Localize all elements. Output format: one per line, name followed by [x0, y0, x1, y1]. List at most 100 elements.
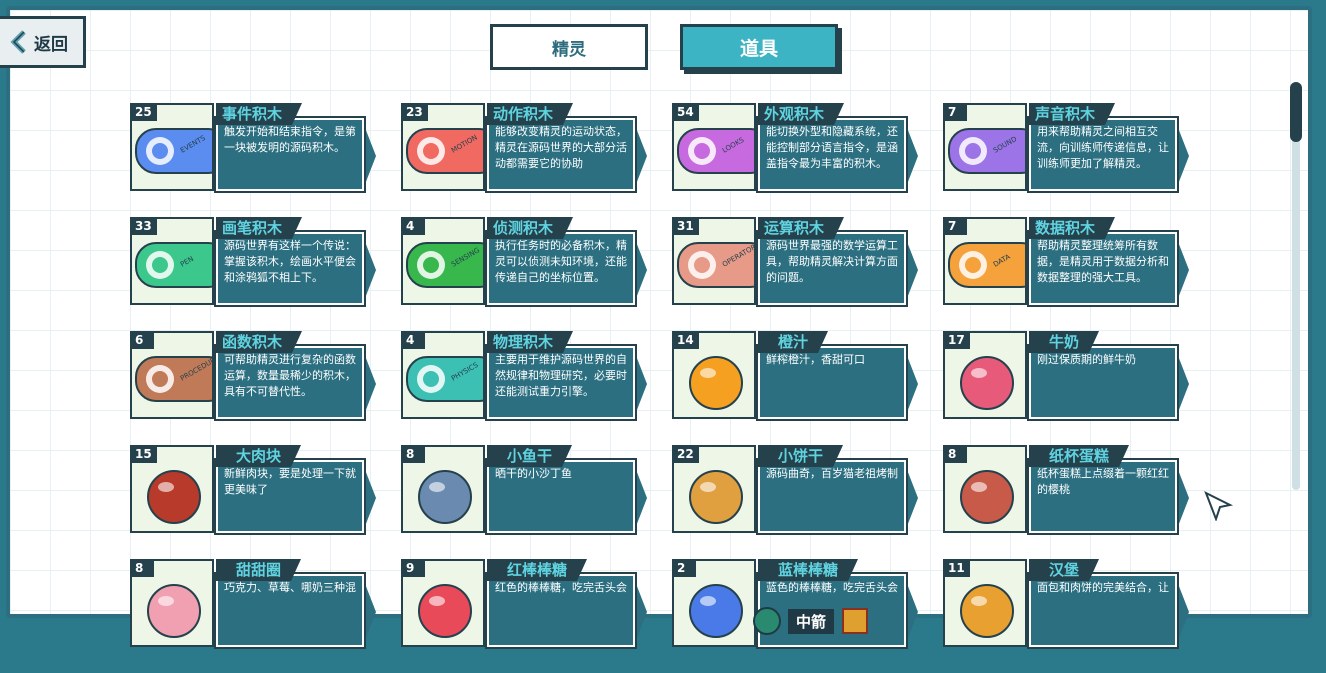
- item-description-box: 巧克力、草莓、哪奶三种混: [214, 572, 366, 649]
- item-card[interactable]: 8 晒干的小沙丁鱼 小鱼干: [401, 445, 663, 535]
- item-description-box: 新鲜肉块，要是处理一下就更美味了: [214, 458, 366, 535]
- item-card[interactable]: 8 纸杯蛋糕上点缀着一颗红红的樱桃 纸杯蛋糕: [943, 445, 1205, 535]
- item-description-box: 帮助精灵整理统筹所有数据，是精灵用于数据分析和数据整理的强大工具。: [1027, 230, 1179, 307]
- item-description-box: 触发开始和结束指令，是第一块被发明的源码积木。: [214, 116, 366, 193]
- crest-icon: [753, 607, 781, 635]
- item-title: 大肉块: [216, 445, 302, 467]
- item-description-box: 执行任务时的必备积木，精灵可以侦测未知环境，还能传递自己的坐标位置。: [485, 230, 637, 307]
- item-title: 牛奶: [1029, 331, 1100, 353]
- item-grid: EVENTS 25 触发开始和结束指令，是第一块被发明的源码积木。 事件积木 M…: [130, 103, 1214, 673]
- item-title: 橙汁: [758, 331, 829, 353]
- item-count: 8: [401, 445, 425, 463]
- item-description-box: 主要用于维护源码世界的自然规律和物理研究，必要时还能测试重力引擎。: [485, 344, 637, 421]
- mouse-cursor-icon: [1204, 491, 1234, 521]
- item-description-box: 晒干的小沙丁鱼: [485, 458, 637, 535]
- item-description-box: 用来帮助精灵之间相互交流，向训练师传递信息，让训练师更加了解精灵。: [1027, 116, 1179, 193]
- item-count: 14: [672, 331, 699, 349]
- item-description: 纸杯蛋糕上点缀着一颗红红的樱桃: [1037, 467, 1169, 496]
- item-title: 甜甜圈: [216, 559, 302, 581]
- item-count: 4: [401, 217, 425, 235]
- item-card[interactable]: 17 刚过保质期的鲜牛奶 牛奶: [943, 331, 1205, 421]
- item-card[interactable]: MOTION 23 能够改变精灵的运动状态，精灵在源码世界的大部分活动都需要它的…: [401, 103, 663, 193]
- item-count: 8: [943, 445, 967, 463]
- item-card[interactable]: OPERATORS 31 源码世界最强的数学运算工具，帮助精灵解决计算方面的问题…: [672, 217, 934, 307]
- item-description: 能切换外型和隐藏系统，还能控制部分语言指令，是涵盖指令最为丰富的积木。: [766, 125, 898, 170]
- item-title: 小饼干: [758, 445, 844, 467]
- item-card[interactable]: 15 新鲜肉块，要是处理一下就更美味了 大肉块: [130, 445, 392, 535]
- scrollbar-thumb[interactable]: [1290, 82, 1302, 142]
- item-card[interactable]: DATA 7 帮助精灵整理统筹所有数据，是精灵用于数据分析和数据整理的强大工具。…: [943, 217, 1205, 307]
- item-count: 9: [401, 559, 425, 577]
- back-button[interactable]: 返回: [0, 16, 86, 68]
- tab-spirits[interactable]: 精灵: [490, 24, 648, 70]
- item-title: 事件积木: [216, 103, 303, 125]
- item-card[interactable]: 11 面包和肉饼的完美结合，让 汉堡: [943, 559, 1205, 649]
- item-title: 声音积木: [1029, 103, 1116, 125]
- item-description: 触发开始和结束指令，是第一块被发明的源码积木。: [224, 125, 356, 154]
- chevron-left-icon: [10, 30, 26, 54]
- item-title: 动作积木: [487, 103, 574, 125]
- item-card[interactable]: PROCEDURES 6 可帮助精灵进行复杂的函数运算，数量最稀少的积木，具有不…: [130, 331, 392, 421]
- item-card[interactable]: PEN 33 源码世界有这样一个传说：掌握该积木，绘画水平便会和涂鸦狐不相上下。…: [130, 217, 392, 307]
- item-title: 函数积木: [216, 331, 303, 353]
- item-description-box: 红色的棒棒糖，吃完舌头会: [485, 572, 637, 649]
- item-description-box: 源码世界最强的数学运算工具，帮助精灵解决计算方面的问题。: [756, 230, 908, 307]
- item-count: 15: [130, 445, 157, 463]
- item-description: 源码世界最强的数学运算工具，帮助精灵解决计算方面的问题。: [766, 239, 898, 284]
- item-count: 11: [943, 559, 970, 577]
- player-nameplate: 中箭: [752, 606, 870, 636]
- item-description-box: 可帮助精灵进行复杂的函数运算，数量最稀少的积木，具有不可替代性。: [214, 344, 366, 421]
- item-description-box: 源码世界有这样一个传说：掌握该积木，绘画水平便会和涂鸦狐不相上下。: [214, 230, 366, 307]
- item-card[interactable]: PHYSICS 4 主要用于维护源码世界的自然规律和物理研究，必要时还能测试重力…: [401, 331, 663, 421]
- item-title: 小鱼干: [487, 445, 573, 467]
- item-title: 侦测积木: [487, 217, 574, 239]
- item-count: 33: [130, 217, 157, 235]
- item-card[interactable]: 9 红色的棒棒糖，吃完舌头会 红棒棒糖: [401, 559, 663, 649]
- item-description: 主要用于维护源码世界的自然规律和物理研究，必要时还能测试重力引擎。: [495, 353, 627, 398]
- item-card[interactable]: 14 鲜榨橙汁，香甜可口 橙汁: [672, 331, 934, 421]
- item-description-box: 刚过保质期的鲜牛奶: [1027, 344, 1179, 421]
- scrollbar-track[interactable]: [1292, 90, 1300, 490]
- item-card[interactable]: SENSING 4 执行任务时的必备积木，精灵可以侦测未知环境，还能传递自己的坐…: [401, 217, 663, 307]
- item-card[interactable]: LOOKS 54 能切换外型和隐藏系统，还能控制部分语言指令，是涵盖指令最为丰富…: [672, 103, 934, 193]
- item-description: 帮助精灵整理统筹所有数据，是精灵用于数据分析和数据整理的强大工具。: [1037, 239, 1169, 284]
- item-description-box: 纸杯蛋糕上点缀着一颗红红的樱桃: [1027, 458, 1179, 535]
- item-description: 源码世界有这样一个传说：掌握该积木，绘画水平便会和涂鸦狐不相上下。: [224, 239, 356, 284]
- player-name: 中箭: [788, 608, 835, 634]
- item-count: 25: [130, 103, 157, 121]
- item-description-box: 源码曲奇，百岁猫老祖烤制: [756, 458, 908, 535]
- tab-items[interactable]: 道具: [680, 24, 838, 70]
- item-description-box: 能够改变精灵的运动状态，精灵在源码世界的大部分活动都需要它的协助: [485, 116, 637, 193]
- item-count: 22: [672, 445, 699, 463]
- item-description: 能够改变精灵的运动状态，精灵在源码世界的大部分活动都需要它的协助: [495, 125, 627, 170]
- item-title: 数据积木: [1029, 217, 1116, 239]
- item-description: 新鲜肉块，要是处理一下就更美味了: [224, 467, 356, 496]
- item-count: 2: [672, 559, 696, 577]
- item-title: 汉堡: [1029, 559, 1100, 581]
- item-count: 54: [672, 103, 699, 121]
- item-title: 红棒棒糖: [487, 559, 588, 581]
- item-title: 外观积木: [758, 103, 845, 125]
- item-description-box: 能切换外型和隐藏系统，还能控制部分语言指令，是涵盖指令最为丰富的积木。: [756, 116, 908, 193]
- item-count: 4: [401, 331, 425, 349]
- item-description-box: 鲜榨橙汁，香甜可口: [756, 344, 908, 421]
- item-count: 23: [401, 103, 428, 121]
- item-title: 画笔积木: [216, 217, 303, 239]
- item-count: 7: [943, 217, 967, 235]
- item-description: 用来帮助精灵之间相互交流，向训练师传递信息，让训练师更加了解精灵。: [1037, 125, 1169, 170]
- item-title: 纸杯蛋糕: [1029, 445, 1130, 467]
- item-description: 可帮助精灵进行复杂的函数运算，数量最稀少的积木，具有不可替代性。: [224, 353, 356, 398]
- item-card[interactable]: SOUND 7 用来帮助精灵之间相互交流，向训练师传递信息，让训练师更加了解精灵…: [943, 103, 1205, 193]
- item-description: 执行任务时的必备积木，精灵可以侦测未知环境，还能传递自己的坐标位置。: [495, 239, 627, 284]
- item-count: 8: [130, 559, 154, 577]
- item-card[interactable]: EVENTS 25 触发开始和结束指令，是第一块被发明的源码积木。 事件积木: [130, 103, 392, 193]
- item-card[interactable]: 22 源码曲奇，百岁猫老祖烤制 小饼干: [672, 445, 934, 535]
- item-card[interactable]: 8 巧克力、草莓、哪奶三种混 甜甜圈: [130, 559, 392, 649]
- item-title: 物理积木: [487, 331, 574, 353]
- item-count: 7: [943, 103, 967, 121]
- item-count: 31: [672, 217, 699, 235]
- category-tabs: 精灵 道具: [490, 24, 838, 70]
- item-title: 运算积木: [758, 217, 845, 239]
- item-description-box: 面包和肉饼的完美结合，让: [1027, 572, 1179, 649]
- item-count: 6: [130, 331, 154, 349]
